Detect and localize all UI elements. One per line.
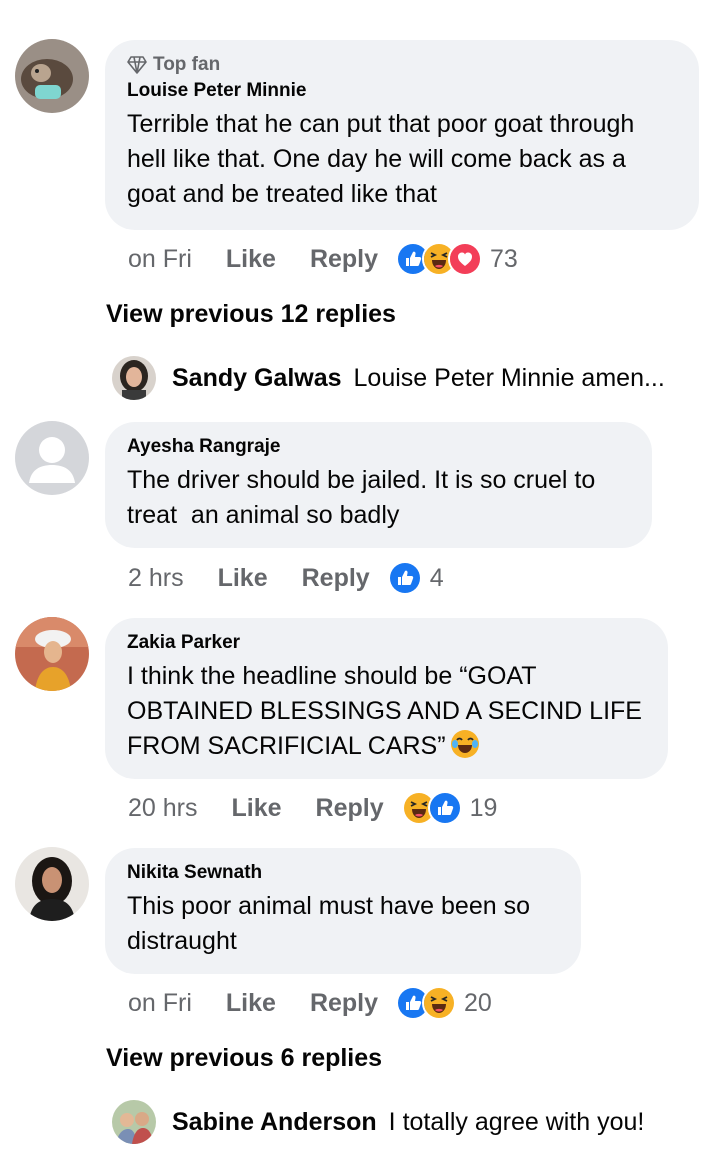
- reply-author[interactable]: Sandy Galwas: [172, 364, 342, 393]
- reply-button[interactable]: Reply: [310, 989, 378, 1018]
- comment-text: This poor animal must have been so distr…: [127, 892, 530, 955]
- top-fan-badge: Top fan: [127, 54, 677, 76]
- comment-text: The driver should be jailed. It is so cr…: [127, 466, 596, 529]
- laughing-tears-emoji-icon: [450, 729, 480, 759]
- avatar[interactable]: [15, 617, 89, 691]
- view-previous-replies[interactable]: View previous 12 replies: [106, 300, 396, 329]
- reaction-count: 4: [429, 563, 444, 592]
- avatar[interactable]: [112, 356, 156, 400]
- comment-author[interactable]: Zakia Parker: [127, 632, 646, 654]
- reaction-count: 19: [469, 793, 498, 822]
- reply-text: I totally agree with you!: [388, 1107, 645, 1136]
- comment-actions: 2 hrs Like Reply 4: [128, 561, 444, 595]
- love-icon: [448, 242, 483, 276]
- reactions-summary[interactable]: 19: [401, 791, 498, 825]
- badge-label: Top fan: [153, 54, 221, 75]
- comment-actions: 20 hrs Like Reply 19: [128, 791, 497, 825]
- reply-button[interactable]: Reply: [316, 794, 384, 823]
- comment-actions: on Fri Like Reply 20: [128, 986, 492, 1020]
- comment-timestamp[interactable]: on Fri: [128, 989, 192, 1018]
- reactions-summary[interactable]: 73: [396, 242, 518, 276]
- reaction-count: 20: [464, 988, 492, 1017]
- comment-text: I think the headline should be “GOAT OBT…: [127, 659, 646, 764]
- comment-bubble: Ayesha Rangraje The driver should be jai…: [105, 422, 652, 548]
- avatar[interactable]: [112, 1100, 156, 1144]
- avatar[interactable]: [15, 847, 89, 921]
- reaction-count: 73: [490, 244, 518, 273]
- comment-bubble: Top fan Louise Peter Minnie Terrible tha…: [105, 40, 699, 230]
- like-button[interactable]: Like: [226, 989, 276, 1018]
- reactions-summary[interactable]: 20: [396, 986, 492, 1020]
- comment-author[interactable]: Louise Peter Minnie: [127, 80, 677, 102]
- like-button[interactable]: Like: [231, 794, 281, 823]
- comment-text-body: I think the headline should be “GOAT OBT…: [127, 662, 642, 760]
- like-button[interactable]: Like: [226, 245, 276, 274]
- reply-preview[interactable]: Sandy Galwas Louise Peter Minnie amen...: [112, 356, 665, 400]
- like-icon: [387, 561, 422, 595]
- comment-author[interactable]: Nikita Sewnath: [127, 862, 559, 884]
- like-icon: [427, 791, 462, 825]
- reactions-summary[interactable]: 4: [387, 561, 444, 595]
- comment-author[interactable]: Ayesha Rangraje: [127, 436, 630, 458]
- comment-timestamp[interactable]: on Fri: [128, 245, 192, 274]
- reply-button[interactable]: Reply: [310, 245, 378, 274]
- diamond-icon: [127, 56, 147, 74]
- reply-preview[interactable]: Sabine Anderson I totally agree with you…: [112, 1100, 644, 1144]
- comment-actions: on Fri Like Reply 73: [128, 242, 518, 276]
- avatar[interactable]: [15, 421, 89, 495]
- reply-author[interactable]: Sabine Anderson: [172, 1108, 377, 1137]
- reply-button[interactable]: Reply: [302, 564, 370, 593]
- comment-bubble: Zakia Parker I think the headline should…: [105, 618, 668, 779]
- haha-icon: [422, 986, 457, 1020]
- reply-text: Louise Peter Minnie amen...: [353, 363, 665, 392]
- like-button[interactable]: Like: [218, 564, 268, 593]
- comment-text: Terrible that he can put that poor goat …: [127, 110, 635, 208]
- comment-bubble: Nikita Sewnath This poor animal must hav…: [105, 848, 581, 974]
- view-previous-replies[interactable]: View previous 6 replies: [106, 1044, 382, 1073]
- avatar[interactable]: [15, 39, 89, 113]
- comment-timestamp[interactable]: 2 hrs: [128, 564, 184, 593]
- comment-timestamp[interactable]: 20 hrs: [128, 794, 197, 823]
